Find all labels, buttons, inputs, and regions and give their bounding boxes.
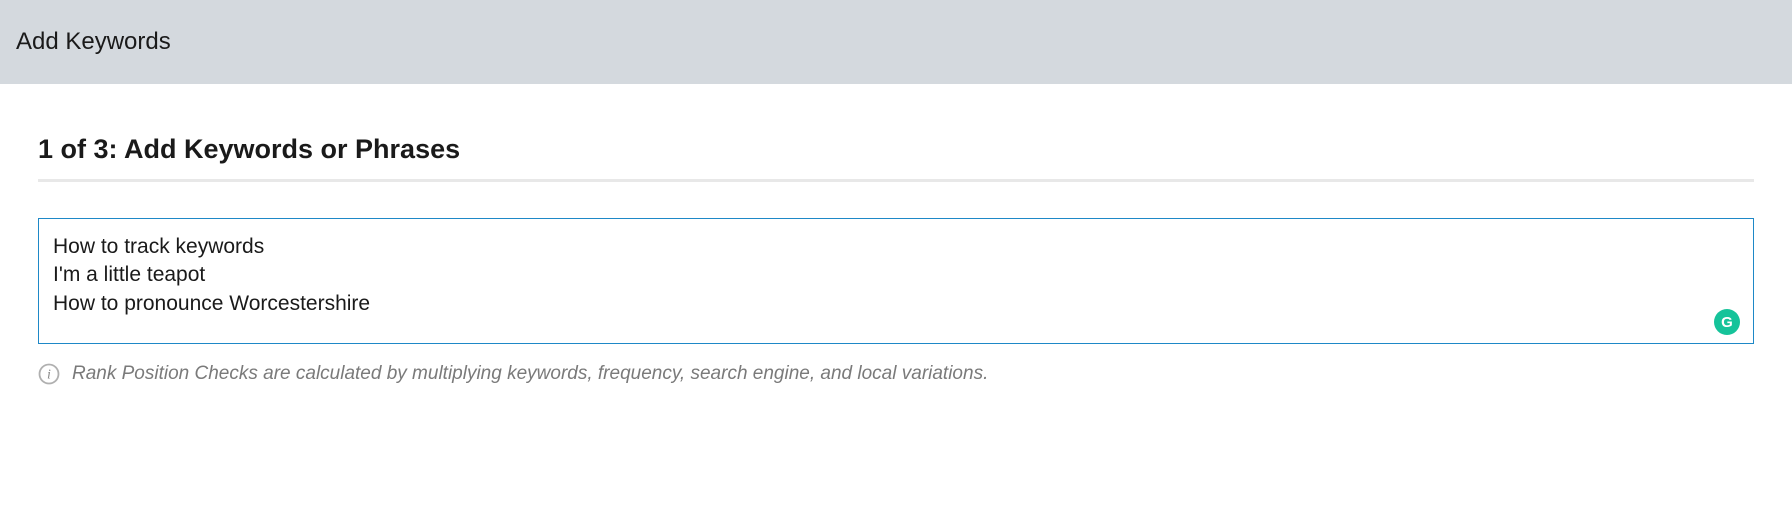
modal-header: Add Keywords bbox=[0, 0, 1792, 84]
modal-content: 1 of 3: Add Keywords or Phrases G i Rank… bbox=[0, 84, 1792, 405]
keywords-textarea-wrap: G bbox=[38, 218, 1754, 349]
step-heading: 1 of 3: Add Keywords or Phrases bbox=[38, 134, 1754, 165]
info-row: i Rank Position Checks are calculated by… bbox=[38, 363, 1754, 385]
keywords-textarea[interactable] bbox=[38, 218, 1754, 344]
svg-text:i: i bbox=[47, 368, 51, 383]
divider bbox=[38, 179, 1754, 182]
info-text: Rank Position Checks are calculated by m… bbox=[72, 363, 988, 385]
modal-title: Add Keywords bbox=[16, 28, 1776, 56]
info-icon: i bbox=[38, 363, 60, 385]
